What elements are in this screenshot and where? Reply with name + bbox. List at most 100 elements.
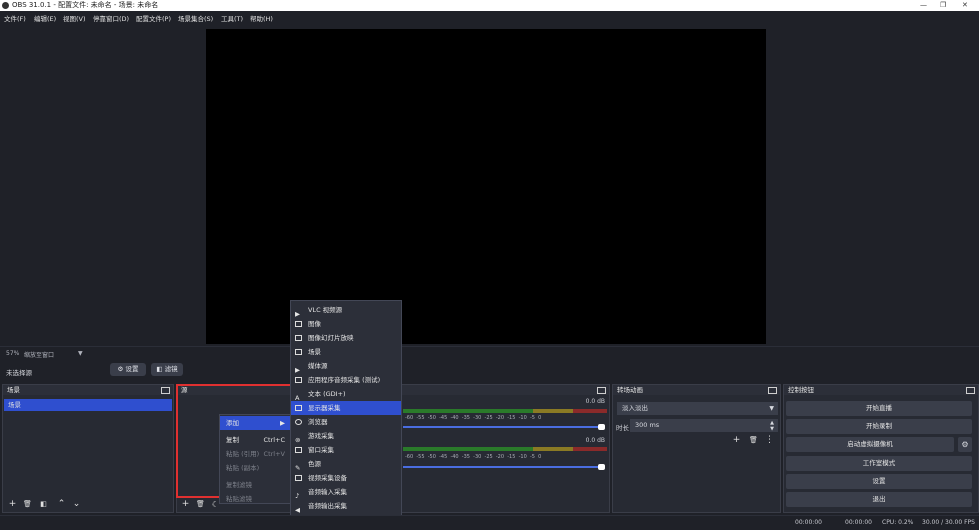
- play-icon: ▶: [295, 310, 300, 318]
- context-paste-dup[interactable]: 粘贴 (副本): [220, 461, 291, 475]
- preview-canvas[interactable]: [206, 29, 766, 344]
- submenu-video-capture[interactable]: 视频采集设备: [291, 471, 401, 485]
- scene-filters-icon[interactable]: ◧: [38, 499, 49, 510]
- add-transition-icon[interactable]: +: [731, 435, 742, 446]
- chevron-down-icon[interactable]: ▼: [78, 350, 83, 357]
- context-paste-filters[interactable]: 粘贴滤镜: [220, 492, 291, 506]
- studio-mode-button[interactable]: 工作室模式: [786, 456, 972, 471]
- menu-file[interactable]: 文件(F): [4, 13, 26, 23]
- transition-type-select[interactable]: 淡入淡出 ▼: [617, 402, 778, 415]
- undock-icon[interactable]: [768, 387, 777, 394]
- window-title: OBS 31.0.1 - 配置文件: 未命名 - 场景: 未命名: [12, 1, 159, 9]
- menu-view[interactable]: 视图(V): [63, 13, 86, 23]
- monitor-icon: [295, 405, 302, 411]
- maximize-button[interactable]: ❐: [940, 0, 946, 11]
- settings-button[interactable]: 设置: [786, 474, 972, 489]
- context-copy[interactable]: 复制 Ctrl+C: [220, 433, 291, 447]
- submenu-media[interactable]: ▶ 媒体源: [291, 359, 401, 374]
- context-add[interactable]: 添加 ▶: [220, 416, 291, 430]
- mixer-db-top: 0.0 dB: [585, 398, 605, 405]
- submenu-window-capture[interactable]: 窗口采集: [291, 443, 401, 457]
- audio-mixer-dock: 0.0 dB -60 -55 -50 -45 -40 -35 -30 -25 -…: [400, 384, 610, 513]
- menu-bar: 文件(F) 编辑(E) 视图(V) 停靠窗口(D) 配置文件(P) 场景集合(S…: [0, 11, 979, 23]
- source-settings-button[interactable]: ⚙ 设置: [110, 363, 146, 376]
- submenu-game-capture[interactable]: ⊚ 游戏采集: [291, 429, 401, 444]
- source-filters-label: 滤镜: [164, 365, 178, 373]
- zoom-select[interactable]: 缩放至窗口: [24, 350, 54, 359]
- meter-red-2: [573, 447, 607, 451]
- image-icon: [295, 321, 302, 327]
- menu-profile[interactable]: 配置文件(P): [136, 13, 171, 23]
- title-bar: OBS 31.0.1 - 配置文件: 未命名 - 场景: 未命名 — ❐ ✕: [0, 0, 979, 11]
- start-recording-button[interactable]: 开始录制: [786, 419, 972, 434]
- undock-icon[interactable]: [161, 387, 170, 394]
- slideshow-icon: [295, 335, 302, 341]
- undock-icon[interactable]: [597, 387, 606, 394]
- obs-logo-icon: [2, 2, 9, 9]
- context-menu: 添加 ▶ 复制 Ctrl+C 粘贴 (引用) Ctrl+V 粘贴 (副本) 复制滤镜 …: [219, 414, 292, 504]
- controls-header: 控制按钮: [784, 385, 978, 395]
- no-source-label: 未选择源: [6, 369, 32, 377]
- record-time: 00:00:00: [845, 519, 872, 526]
- source-toolbar: 未选择源 ⚙ 设置 ◧ 滤镜: [0, 360, 979, 382]
- menu-scene-collection[interactable]: 场景集合(S): [178, 13, 213, 23]
- submenu-slideshow[interactable]: 图像幻灯片放映: [291, 331, 401, 345]
- add-scene-icon[interactable]: +: [7, 499, 18, 510]
- remove-transition-icon[interactable]: 🗑: [748, 435, 759, 446]
- submenu-vlc[interactable]: ▶ VLC 视频源: [291, 303, 401, 318]
- submenu-text[interactable]: A 文本 (GDI+): [291, 387, 401, 402]
- window-icon: [295, 377, 302, 383]
- menu-help[interactable]: 帮助(H): [250, 13, 273, 23]
- transition-type-value: 淡入淡出: [622, 404, 648, 412]
- more-options-icon[interactable]: ⋮: [764, 435, 775, 446]
- start-virtual-camera-button[interactable]: 启动虚拟摄像机: [786, 437, 954, 452]
- menu-tools[interactable]: 工具(T): [221, 13, 243, 23]
- text-icon: A: [295, 394, 300, 402]
- start-streaming-button[interactable]: 开始直播: [786, 401, 972, 416]
- status-bar: 00:00:00 00:00:00 CPU: 0.2% 30.00 / 30.0…: [0, 515, 979, 530]
- menu-edit[interactable]: 编辑(E): [34, 13, 56, 23]
- submenu-audio-input[interactable]: ♪ 音频输入采集: [291, 485, 401, 500]
- context-copy-filters[interactable]: 复制滤镜: [220, 478, 291, 492]
- stream-time: 00:00:00: [795, 519, 822, 526]
- volume-slider-1[interactable]: [403, 426, 598, 428]
- submenu-scene[interactable]: 场景: [291, 345, 401, 359]
- duration-input[interactable]: 300 ms ▲ ▼: [630, 419, 778, 432]
- submenu-audio-output[interactable]: ◀ 音频输出采集: [291, 499, 401, 514]
- minimize-button[interactable]: —: [920, 0, 927, 11]
- meter-green-2: [403, 447, 533, 451]
- meter-yellow-2: [533, 447, 573, 451]
- remove-source-icon[interactable]: 🗑: [195, 499, 206, 510]
- close-button[interactable]: ✕: [962, 0, 968, 11]
- menu-docks[interactable]: 停靠窗口(D): [93, 13, 129, 23]
- gamepad-icon: ⊚: [295, 436, 301, 444]
- add-source-icon[interactable]: +: [180, 499, 191, 510]
- window-icon: [295, 447, 302, 453]
- speaker-icon: ◀: [295, 506, 300, 514]
- undock-icon[interactable]: [966, 387, 975, 394]
- context-paste-ref[interactable]: 粘贴 (引用) Ctrl+V: [220, 447, 291, 461]
- duration-label: 时长: [616, 424, 629, 432]
- move-down-icon[interactable]: ⌄: [71, 499, 82, 510]
- submenu-browser[interactable]: 浏览器: [291, 415, 401, 429]
- exit-button[interactable]: 退出: [786, 492, 972, 507]
- submenu-display-capture[interactable]: 显示器采集: [291, 401, 401, 415]
- submenu-image[interactable]: 图像: [291, 317, 401, 331]
- scene-item[interactable]: 场景: [4, 399, 172, 411]
- submenu-app-audio[interactable]: 应用程序音频采集 (测试): [291, 373, 401, 387]
- move-up-icon[interactable]: ⌃: [56, 499, 67, 510]
- submenu-color-source[interactable]: ✎ 色源: [291, 457, 401, 472]
- zoom-bar: 57% 缩放至窗口 ▼: [0, 346, 979, 360]
- camera-icon: [295, 475, 302, 481]
- volume-handle-1[interactable]: [598, 424, 605, 430]
- remove-scene-icon[interactable]: 🗑: [22, 499, 33, 510]
- filter-icon: ◧: [156, 365, 163, 373]
- spinner-icon[interactable]: ▲ ▼: [770, 420, 774, 432]
- gear-icon[interactable]: ⚙: [958, 437, 972, 452]
- volume-handle-2[interactable]: [598, 464, 605, 470]
- scenes-dock: 场景 场景 + 🗑 ◧ ⌃ ⌄: [2, 384, 174, 513]
- meter-yellow: [533, 409, 573, 413]
- source-filters-button[interactable]: ◧ 滤镜: [151, 363, 183, 376]
- meter-ticks-bottom: -60 -55 -50 -45 -40 -35 -30 -25 -20 -15 …: [405, 454, 542, 460]
- volume-slider-2[interactable]: [403, 466, 598, 468]
